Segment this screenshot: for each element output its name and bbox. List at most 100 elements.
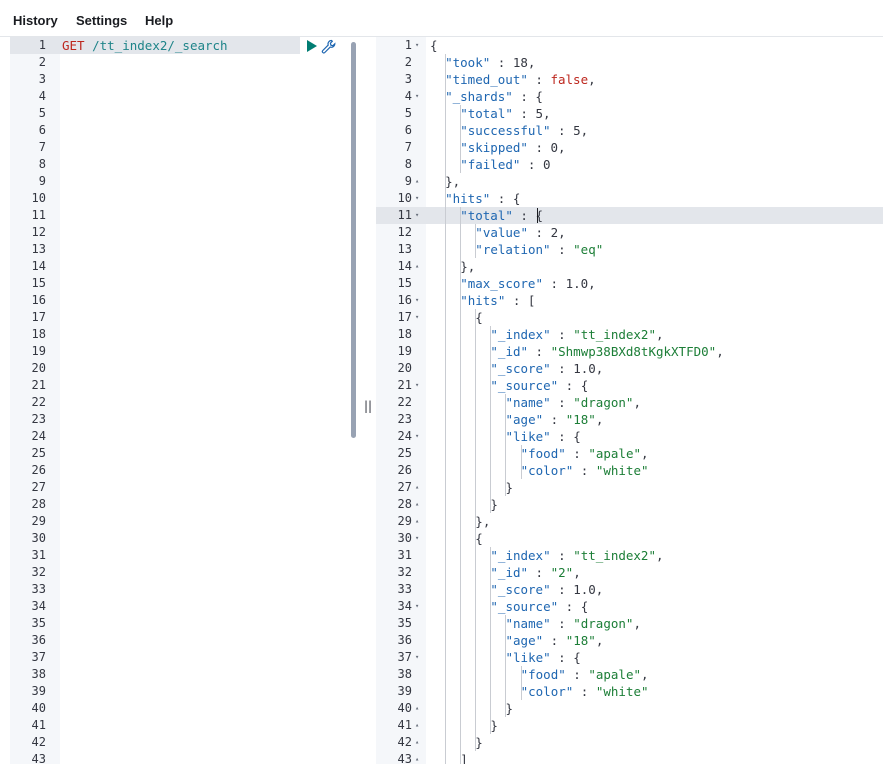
request-line[interactable]: 13 — [10, 241, 360, 258]
fold-collapse-icon[interactable]: ▾ — [415, 88, 419, 105]
fold-expand-icon[interactable]: ▴ — [415, 751, 419, 764]
fold-collapse-icon[interactable]: ▾ — [415, 309, 419, 326]
fold-expand-icon[interactable]: ▴ — [415, 496, 419, 513]
request-line[interactable]: 7 — [10, 139, 360, 156]
request-line[interactable]: 42 — [10, 734, 360, 751]
request-line[interactable]: 18 — [10, 326, 360, 343]
response-text: "hits" : { — [445, 191, 521, 206]
fold-expand-icon[interactable]: ▴ — [415, 734, 419, 751]
play-icon[interactable] — [307, 40, 317, 52]
response-text: } — [490, 718, 498, 733]
fold-collapse-icon[interactable]: ▾ — [415, 190, 419, 207]
request-line[interactable]: 16 — [10, 292, 360, 309]
request-line[interactable]: 24 — [10, 428, 360, 445]
fold-collapse-icon[interactable]: ▾ — [415, 207, 419, 224]
line-number: 16 — [31, 293, 46, 307]
fold-expand-icon[interactable]: ▴ — [415, 258, 419, 275]
fold-collapse-icon[interactable]: ▾ — [415, 428, 419, 445]
request-line[interactable]: 36 — [10, 632, 360, 649]
request-line[interactable]: 32 — [10, 564, 360, 581]
request-line[interactable]: 9 — [10, 173, 360, 190]
fold-collapse-icon[interactable]: ▾ — [415, 598, 419, 615]
request-line[interactable]: 21 — [10, 377, 360, 394]
request-line[interactable]: 12 — [10, 224, 360, 241]
request-line[interactable]: 6 — [10, 122, 360, 139]
request-line[interactable]: 26 — [10, 462, 360, 479]
fold-expand-icon[interactable]: ▴ — [415, 513, 419, 530]
request-line[interactable]: 28 — [10, 496, 360, 513]
request-line[interactable]: 19 — [10, 343, 360, 360]
fold-collapse-icon[interactable]: ▾ — [415, 530, 419, 547]
response-text: } — [505, 480, 514, 495]
line-number: 6 — [404, 123, 412, 137]
fold-expand-icon[interactable]: ▴ — [415, 479, 419, 496]
response-viewer[interactable]: 1 ▾{2 "took" : 18, 3 "timed_out" : false, 4 ▾ "… — [376, 37, 883, 764]
request-line[interactable]: 3 — [10, 71, 360, 88]
request-line[interactable]: 14 — [10, 258, 360, 275]
request-line[interactable]: 39 — [10, 683, 360, 700]
indent-guide — [490, 547, 492, 734]
request-line[interactable]: 43 — [10, 751, 360, 764]
request-line[interactable]: 31 — [10, 547, 360, 564]
line-number: 18 — [397, 327, 412, 341]
response-text: "food" : "apale", — [520, 667, 649, 682]
request-line[interactable]: 17 — [10, 309, 360, 326]
request-line[interactable]: 23 — [10, 411, 360, 428]
request-line[interactable]: 11 — [10, 207, 360, 224]
request-line[interactable]: 8 — [10, 156, 360, 173]
request-line[interactable]: 20 — [10, 360, 360, 377]
request-line[interactable]: 40 — [10, 700, 360, 717]
response-line: 12 "value" : 2, — [376, 224, 883, 241]
line-number: 30 — [31, 531, 46, 545]
response-line: 8 "failed" : 0 — [376, 156, 883, 173]
response-text: "value" : 2, — [475, 225, 566, 240]
request-line[interactable]: 25 — [10, 445, 360, 462]
menu-help[interactable]: Help — [145, 13, 173, 28]
line-number: 31 — [397, 548, 412, 562]
request-line[interactable]: 30 — [10, 530, 360, 547]
line-number: 4 — [404, 89, 412, 103]
request-line[interactable]: 1 GET /tt_index2/_search — [10, 37, 300, 54]
fold-collapse-icon[interactable]: ▾ — [415, 649, 419, 666]
request-line[interactable]: 34 — [10, 598, 360, 615]
request-editor[interactable]: 1 GET /tt_index2/_search 2 3 4 5 6 7 8 9 10 11 12 13 1… — [10, 37, 360, 764]
wrench-icon[interactable] — [321, 39, 337, 55]
request-line[interactable]: 37 — [10, 649, 360, 666]
request-line[interactable]: 35 — [10, 615, 360, 632]
response-line: 37 ▾ "like" : { — [376, 649, 883, 666]
request-line[interactable]: 2 — [10, 54, 360, 71]
request-text[interactable]: GET /tt_index2/_search — [62, 37, 228, 54]
fold-collapse-icon[interactable]: ▾ — [415, 37, 419, 54]
response-line: 36 "age" : "18", — [376, 632, 883, 649]
response-text: "failed" : 0 — [460, 157, 551, 172]
fold-expand-icon[interactable]: ▴ — [415, 173, 419, 190]
line-number: 38 — [397, 667, 412, 681]
line-number: 8 — [404, 157, 412, 171]
request-line[interactable]: 22 — [10, 394, 360, 411]
request-line[interactable]: 33 — [10, 581, 360, 598]
request-line[interactable]: 4 — [10, 88, 360, 105]
response-line: 11 ▾ "total" : { — [376, 207, 883, 224]
line-number: 39 — [31, 684, 46, 698]
fold-expand-icon[interactable]: ▴ — [415, 700, 419, 717]
menu-settings[interactable]: Settings — [76, 13, 127, 28]
menu-history[interactable]: History — [13, 13, 58, 28]
fold-collapse-icon[interactable]: ▾ — [415, 377, 419, 394]
indent-guide — [475, 309, 477, 751]
request-line[interactable]: 38 — [10, 666, 360, 683]
request-scrollbar[interactable] — [351, 42, 356, 438]
request-line[interactable]: 41 — [10, 717, 360, 734]
response-line: 13 "relation" : "eq" — [376, 241, 883, 258]
line-number: 7 — [404, 140, 412, 154]
response-text: { — [475, 531, 483, 546]
request-line[interactable]: 5 — [10, 105, 360, 122]
line-number: 28 — [397, 497, 412, 511]
request-line[interactable]: 29 — [10, 513, 360, 530]
fold-collapse-icon[interactable]: ▾ — [415, 292, 419, 309]
fold-expand-icon[interactable]: ▴ — [415, 717, 419, 734]
pane-resize-handle[interactable]: || — [364, 399, 372, 413]
request-line[interactable]: 10 — [10, 190, 360, 207]
request-line[interactable]: 15 — [10, 275, 360, 292]
request-line[interactable]: 27 — [10, 479, 360, 496]
response-text: "name" : "dragon", — [505, 395, 641, 410]
